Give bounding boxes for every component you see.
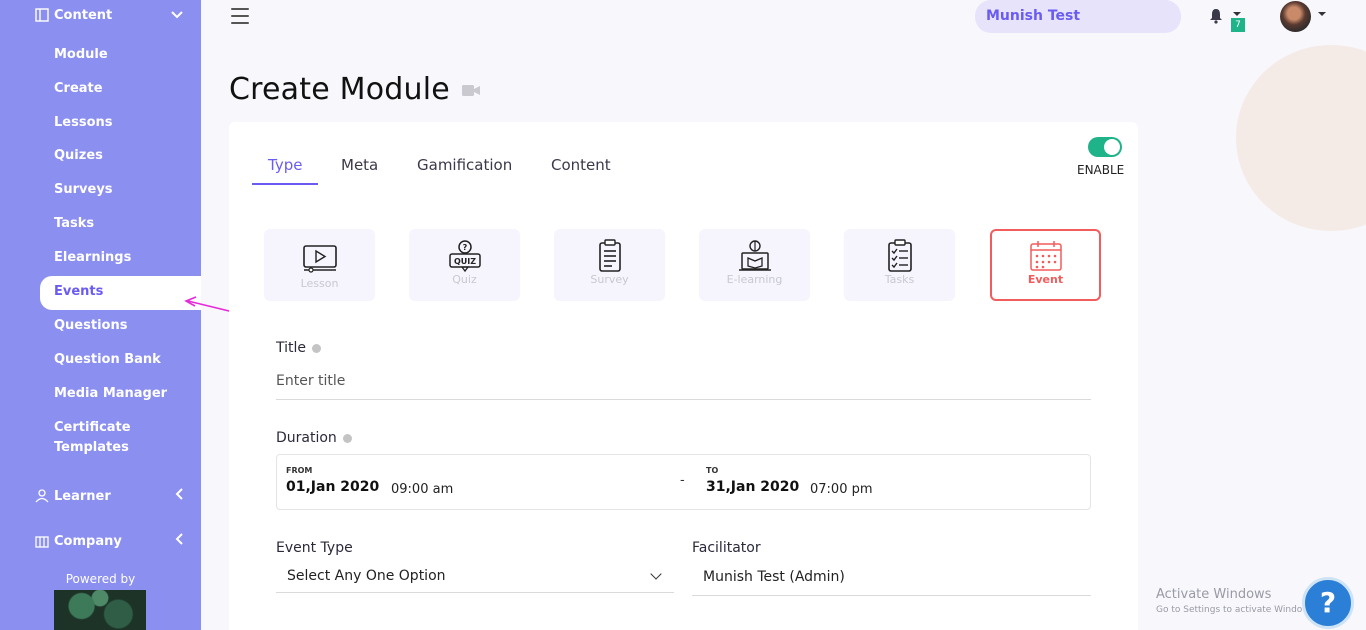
help-button[interactable]: ? [1302, 577, 1354, 629]
info-icon[interactable] [342, 433, 352, 443]
decorative-circle [1236, 45, 1366, 231]
hamburger-line [231, 22, 249, 24]
type-card-label: Tasks [884, 273, 915, 286]
duration-label: Duration [276, 430, 352, 446]
enable-toggle[interactable] [1088, 137, 1122, 157]
sidebar-item-tasks[interactable]: Tasks [54, 214, 94, 234]
enable-toggle-label: ENABLE [1077, 163, 1125, 177]
create-module-card: Type Meta Gamification Content ENABLE Le… [229, 122, 1138, 630]
sidebar-item-questions[interactable]: Questions [54, 316, 127, 336]
from-time[interactable]: 09:00 am [391, 482, 453, 497]
learner-icon [35, 489, 49, 503]
to-time[interactable]: 07:00 pm [810, 482, 873, 497]
user-name-pill[interactable]: Munish Test [975, 0, 1181, 33]
type-card-tasks[interactable]: Tasks [844, 229, 955, 301]
quiz-icon: ? QUIZ [449, 240, 481, 273]
event-type-label: Event Type [276, 540, 353, 556]
chevron-down-icon [650, 568, 662, 580]
svg-text:QUIZ: QUIZ [454, 257, 476, 266]
to-label: TO [706, 466, 719, 475]
duration-label-text: Duration [276, 430, 337, 446]
type-card-label: Lesson [300, 277, 339, 290]
sidebar-item-module[interactable]: Module [54, 45, 108, 65]
sidebar-group-content[interactable]: Content [0, 5, 201, 25]
to-date[interactable]: 31,Jan 2020 [706, 479, 799, 495]
title-field-wrapper [276, 370, 1091, 400]
sidebar-group-label: Content [54, 7, 113, 23]
survey-clipboard-icon [599, 239, 621, 272]
avatar[interactable] [1280, 1, 1311, 32]
facilitator-label: Facilitator [692, 540, 761, 556]
chevron-down-icon [171, 7, 183, 23]
caret-down-icon [1233, 12, 1241, 16]
tab-gamification[interactable]: Gamification [417, 156, 512, 174]
tasks-checklist-icon [888, 239, 912, 272]
sidebar-item-events[interactable]: Events [54, 282, 103, 302]
activate-windows-title: Activate Windows [1156, 587, 1272, 602]
facilitator-field[interactable]: Munish Test (Admin) [692, 562, 1091, 596]
caret-down-icon[interactable] [1318, 12, 1326, 16]
type-card-label: E-learning [726, 273, 783, 286]
sidebar-item-lessons[interactable]: Lessons [54, 113, 113, 133]
hamburger-line [231, 8, 249, 10]
event-type-value: Select Any One Option [287, 568, 446, 584]
type-card-lesson[interactable]: Lesson [264, 229, 375, 301]
sidebar-item-question-bank[interactable]: Question Bank [54, 350, 161, 370]
duration-separator: - [680, 473, 685, 488]
sidebar-item-elearnings[interactable]: Elearnings [54, 248, 131, 268]
sidebar-group-company[interactable]: Company [0, 531, 201, 551]
type-card-label: Event [1027, 273, 1064, 286]
page-title: Create Module [229, 72, 450, 107]
title-input[interactable] [276, 373, 1091, 389]
chevron-left-icon [175, 533, 183, 549]
sidebar-item-quizes[interactable]: Quizes [54, 146, 103, 166]
type-card-elearning[interactable]: E-learning [699, 229, 810, 301]
svg-text:?: ? [463, 243, 468, 252]
tab-meta[interactable]: Meta [341, 156, 378, 174]
type-card-label: Survey [590, 273, 629, 286]
sidebar: Content Module Create Lessons Quizes Sur… [0, 0, 201, 630]
facilitator-value: Munish Test (Admin) [703, 569, 845, 585]
from-date[interactable]: 01,Jan 2020 [286, 479, 379, 495]
sidebar-item-surveys[interactable]: Surveys [54, 180, 113, 200]
elearning-icon [739, 240, 771, 271]
powered-by-label: Powered by [65, 572, 136, 586]
video-lesson-icon [303, 245, 337, 273]
menu-toggle-button[interactable] [231, 8, 249, 24]
video-camera-icon[interactable] [462, 85, 480, 96]
company-icon [35, 534, 49, 548]
chevron-left-icon [175, 488, 183, 504]
duration-picker[interactable]: FROM 01,Jan 2020 09:00 am - TO 31,Jan 20… [276, 454, 1091, 510]
type-card-event[interactable]: Event [990, 229, 1101, 301]
sidebar-group-label: Company [54, 533, 122, 549]
calendar-icon [1030, 241, 1062, 271]
notification-badge: 7 [1231, 18, 1245, 32]
from-label: FROM [286, 466, 313, 475]
type-card-label: Quiz [452, 273, 477, 286]
event-type-select[interactable]: Select Any One Option [276, 562, 674, 593]
sidebar-group-learner[interactable]: Learner [0, 486, 201, 506]
active-tab-indicator [252, 183, 318, 185]
sidebar-item-media-manager[interactable]: Media Manager [54, 384, 167, 404]
activate-windows-subtitle: Go to Settings to activate Windows. [1156, 605, 1318, 615]
content-icon [35, 8, 49, 22]
bell-icon[interactable] [1209, 8, 1223, 24]
info-icon[interactable] [312, 343, 322, 353]
hamburger-line [231, 15, 249, 17]
tab-content[interactable]: Content [551, 156, 611, 174]
sidebar-item-certificate-templates[interactable]: Certificate Templates [54, 418, 144, 458]
title-label: Title [276, 340, 322, 356]
title-label-text: Title [276, 340, 307, 356]
sidebar-group-label: Learner [54, 488, 111, 504]
sidebar-item-create[interactable]: Create [54, 79, 103, 99]
powered-by-logo [54, 590, 146, 630]
tab-type[interactable]: Type [268, 156, 302, 174]
sidebar-upper [0, 0, 201, 276]
type-card-survey[interactable]: Survey [554, 229, 665, 301]
type-card-quiz[interactable]: ? QUIZ Quiz [409, 229, 520, 301]
